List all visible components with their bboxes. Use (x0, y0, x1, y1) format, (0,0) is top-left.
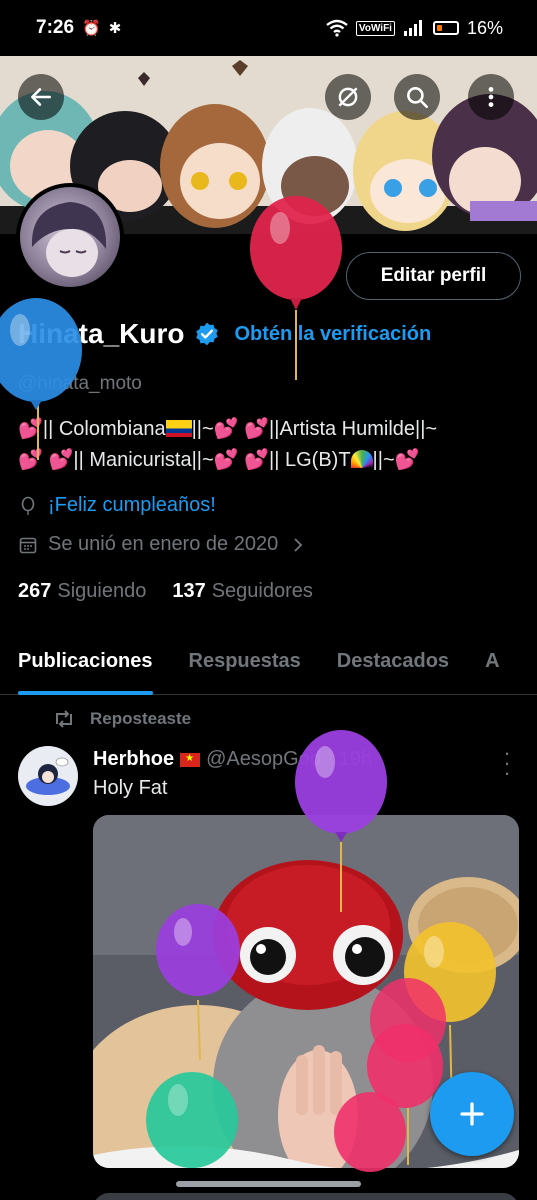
next-post-image[interactable] (93, 1193, 519, 1200)
two-hearts-icon: 💕 (213, 449, 239, 471)
bio-line-2: 💕 💕|| Manicurista||~💕 💕|| LG(B)T ||~💕 (18, 445, 518, 476)
tab-posts[interactable]: Publicaciones (18, 628, 153, 695)
bio-text: ||~ (191, 418, 214, 440)
edit-profile-button[interactable]: Editar perfil (346, 252, 521, 300)
plus-icon (460, 1102, 484, 1126)
repost-indicator: Reposteaste (52, 708, 191, 730)
verified-badge-icon[interactable] (194, 321, 220, 347)
battery-icon (432, 21, 459, 35)
two-hearts-icon: 💕 (18, 418, 43, 440)
profile-handle: @hinata_moto (18, 373, 142, 394)
bio-text: || LG(B)T (269, 449, 351, 471)
post-more-icon[interactable]: · · · (497, 742, 517, 784)
gesture-bar[interactable] (176, 1181, 361, 1187)
birthday-row: ¡Feliz cumpleaños! (18, 494, 216, 517)
get-verified-link[interactable]: Obtén la verificación (234, 323, 431, 346)
tab-highlights[interactable]: Destacados (337, 628, 449, 695)
more-vertical-icon (488, 87, 494, 107)
status-right: VoWiFi 16% (326, 18, 503, 39)
two-hearts-icon: 💕 (213, 418, 239, 440)
post-text: Holy Fat (93, 777, 168, 799)
post-handle-time: @AesopGod · 19h (206, 748, 373, 770)
balloon-icon (21, 496, 35, 515)
status-left: 7:26 ⏰ ✱ (36, 17, 121, 39)
calendar-icon (19, 537, 37, 553)
following-label: Siguiendo (57, 580, 147, 602)
post-author-avatar[interactable] (18, 746, 78, 806)
mute-button[interactable] (325, 74, 371, 120)
repost-label: Reposteaste (90, 709, 192, 728)
profile-tabs: Publicaciones Respuestas Destacados A (0, 628, 537, 695)
two-hearts-icon: 💕 (244, 418, 270, 440)
rainbow-icon (350, 450, 373, 468)
two-hearts-icon: 💕 (18, 449, 43, 471)
colombia-flag-icon (165, 420, 192, 437)
wifi-icon (326, 19, 348, 37)
vowifi-badge: VoWiFi (355, 20, 395, 36)
follow-stats: 267 Siguiendo 137 Seguidores (18, 580, 313, 603)
muted-icon (338, 87, 358, 107)
chevron-right-icon (294, 537, 303, 552)
bio-text: ||Artista Humilde||~ (269, 418, 438, 440)
following-count: 267 (18, 580, 52, 602)
avatar-illustration (31, 202, 107, 277)
back-button[interactable] (18, 74, 64, 120)
birthday-text: ¡Feliz cumpleaños! (48, 494, 216, 516)
repost-icon (56, 710, 72, 728)
post-header: Herbhoe @AesopGod · 19h (93, 748, 372, 771)
following-link[interactable]: 267 Siguiendo (18, 580, 146, 603)
display-name: Hinata_Kuro (18, 318, 185, 349)
followers-link[interactable]: 137 Seguidores (172, 580, 313, 603)
tab-replies[interactable]: Respuestas (189, 628, 301, 695)
two-hearts-icon: 💕 (394, 449, 420, 471)
two-hearts-icon: 💕 (48, 449, 74, 471)
post-author-name[interactable]: Herbhoe (93, 748, 174, 771)
back-arrow-icon (31, 88, 51, 106)
profile-bio: 💕|| Colombiana ||~💕 💕||Artista Humilde||~… (18, 414, 518, 476)
bio-text: || Colombiana (42, 418, 166, 440)
status-time: 7:26 (36, 17, 75, 38)
more-button[interactable] (468, 74, 514, 120)
battery-percent: 16% (466, 17, 503, 38)
signal-icon (403, 20, 422, 36)
bio-text: || Manicurista||~ (73, 449, 214, 471)
joined-text: Se unió en enero de 2020 (48, 533, 279, 555)
profile-avatar[interactable] (16, 183, 124, 291)
compose-button[interactable] (430, 1072, 514, 1156)
two-hearts-icon: 💕 (244, 449, 270, 471)
bluetooth-icon: ✱ (108, 20, 122, 37)
joined-row[interactable]: Se unió en enero de 2020 (18, 533, 308, 556)
search-icon (407, 87, 429, 109)
status-bar: 7:26 ⏰ ✱ VoWiFi 16% (0, 0, 537, 56)
search-button[interactable] (394, 74, 440, 120)
vietnam-flag-icon (180, 752, 201, 767)
followers-count: 137 (172, 580, 206, 602)
followers-label: Seguidores (211, 580, 313, 602)
author-avatar-illustration (26, 757, 70, 795)
name-row: Hinata_Kuro Obtén la verificación (18, 318, 431, 350)
alarm-icon: ⏰ (82, 20, 101, 37)
tab-more[interactable]: A (485, 628, 499, 695)
bio-text: ||~ (372, 449, 395, 471)
bio-line-1: 💕|| Colombiana ||~💕 💕||Artista Humilde||~ (18, 414, 518, 445)
